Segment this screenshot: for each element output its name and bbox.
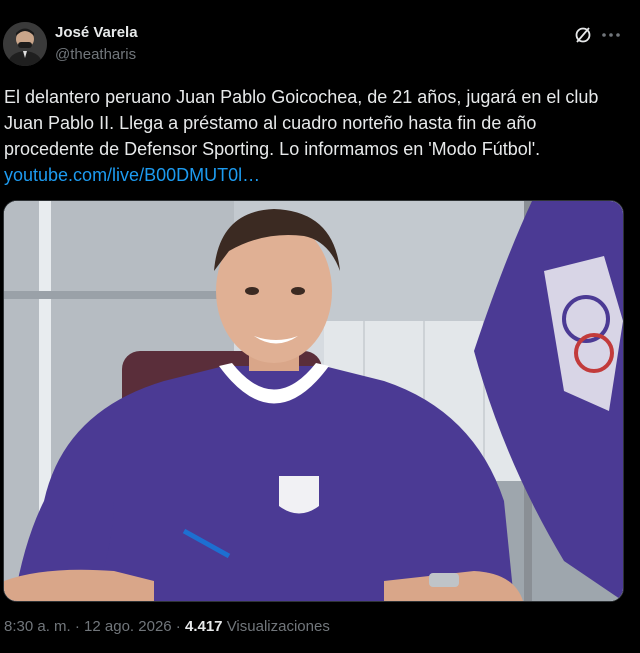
- tweet-meta: 8:30 a. m. · 12 ago. 2026 · 4.417 Visual…: [4, 618, 330, 635]
- author-avatar[interactable]: [3, 22, 47, 66]
- tweet-media-photo[interactable]: [3, 200, 624, 602]
- tweet-header: José Varela @theatharis: [0, 0, 640, 70]
- tweet-text: El delantero peruano Juan Pablo Goicoche…: [4, 87, 599, 159]
- tweet-link[interactable]: youtube.com/live/B00DMUT0l…: [4, 162, 260, 188]
- views-count: 4.417: [184, 618, 223, 635]
- author-handle[interactable]: @theatharis: [55, 46, 136, 63]
- grok-icon[interactable]: [573, 25, 593, 45]
- meta-separator: ·: [171, 618, 185, 635]
- tweet-time[interactable]: 8:30 a. m.: [4, 618, 71, 635]
- views-label: Visualizaciones: [222, 618, 330, 635]
- meta-separator: ·: [70, 618, 85, 635]
- author-name[interactable]: José Varela: [55, 24, 138, 41]
- tweet-date[interactable]: 12 ago. 2026: [84, 618, 172, 635]
- more-icon[interactable]: [600, 25, 622, 45]
